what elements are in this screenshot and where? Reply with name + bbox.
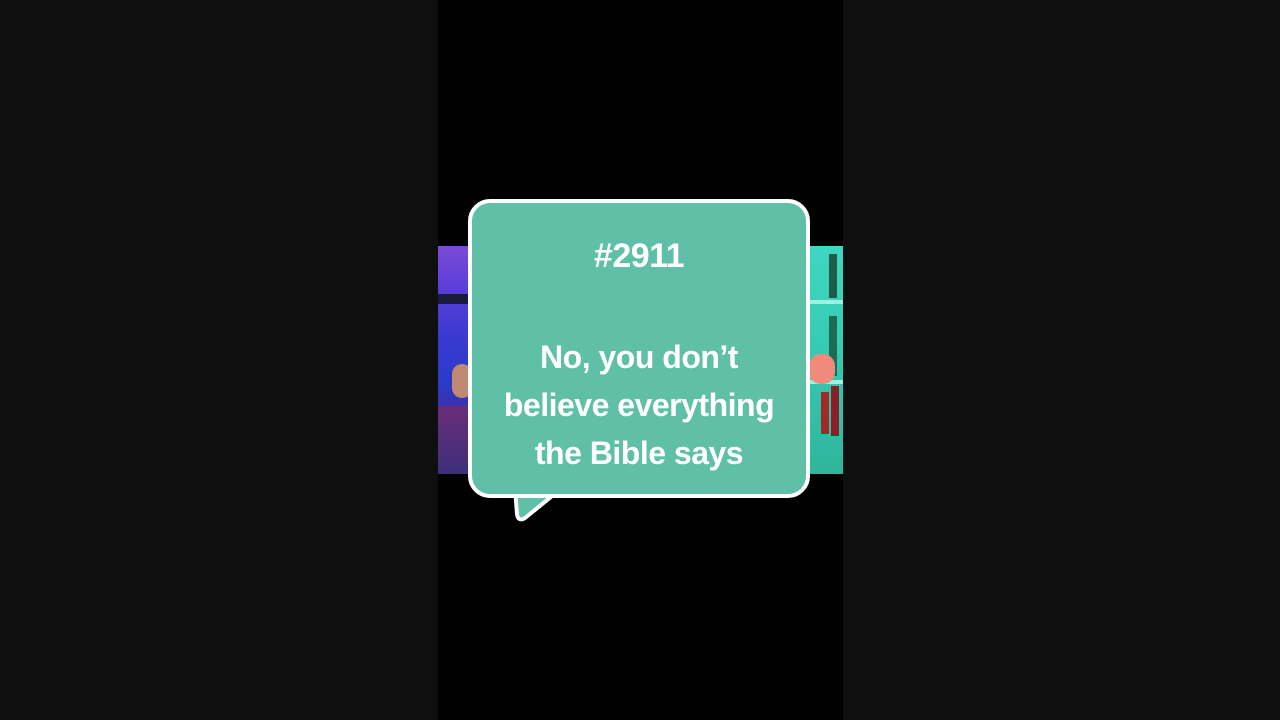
post-number: #2911 <box>593 237 685 275</box>
message-line: No, you don’t <box>540 339 738 375</box>
message-line: the Bible says <box>534 435 744 471</box>
speech-bubble-icon: #2911 No, you don’t believe everything t… <box>468 199 810 498</box>
scene-book <box>821 392 829 434</box>
scene-book <box>831 386 839 436</box>
scene-hand <box>809 354 835 384</box>
message-line: believe everything <box>503 387 775 423</box>
scene-book <box>829 254 837 298</box>
player-stage: #2911 No, you don’t believe everything t… <box>0 0 1280 720</box>
bubble-message: No, you don’t believe everything the Bib… <box>472 333 806 477</box>
